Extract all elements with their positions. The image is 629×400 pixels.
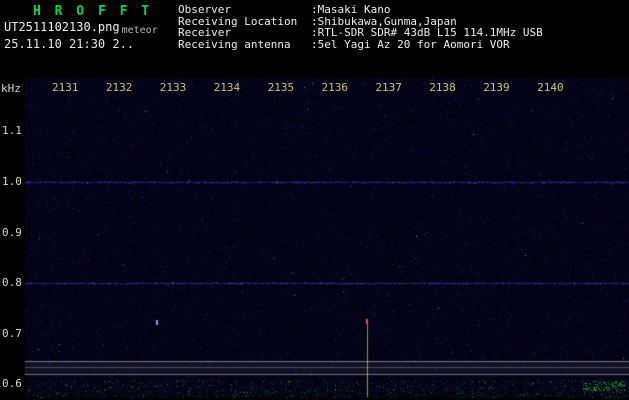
freq-label: 0.8 [2,276,22,289]
time-label: 2134 [213,81,241,94]
info-row: Observer :Masaki Kano [178,4,543,16]
freq-label: 1.0 [2,175,22,188]
time-label: 2139 [483,81,510,94]
time-label: 2140 [537,81,564,94]
freq-label: 1.1 [2,124,22,137]
freq-unit-label: kHz [1,82,21,95]
app-title: H R O F F T [33,4,153,19]
time-label: 2135 [267,81,295,94]
info-label: Observer [178,3,231,16]
datetime-text: 25.11.10 21:30 2.. [4,37,135,51]
info-value: :Masaki Kano [311,3,391,16]
time-label: 2132 [105,81,133,94]
mode-label: meteor [121,25,158,36]
info-value: :5el Yagi Az 20 for Aomori VOR [311,37,510,51]
output-filename: UT2511102130.png meteor [4,20,158,36]
info-value: :RTL-SDR SDR# 43dB L15 114.1MHz USB [311,26,543,39]
info-label: Receiver [178,26,231,39]
info-label: Receiving antenna [178,37,291,51]
time-label: 2133 [159,81,187,94]
time-label: 2131 [52,81,79,94]
spectrogram-canvas [0,78,629,400]
time-label: 2137 [375,81,402,94]
header-info: Observer:Masaki Kano Receiving Location:S… [178,4,543,50]
time-label: 2136 [321,81,349,94]
hrofft-output-screen: H R O F F T UT2511102130.png meteor 25.11… [0,0,629,400]
filename-text: UT2511102130.png [4,20,120,34]
info-row: Receiving antenna :5el Yagi Az 20 for Aom… [178,37,543,51]
freq-label: 0.9 [2,226,22,239]
time-label: 2138 [429,81,456,94]
freq-label: 0.6 [2,377,22,390]
freq-label: 0.7 [2,327,22,340]
info-row: Receiver :RTL-SDR SDR# 43dB L15 114.1MHz … [178,27,543,39]
